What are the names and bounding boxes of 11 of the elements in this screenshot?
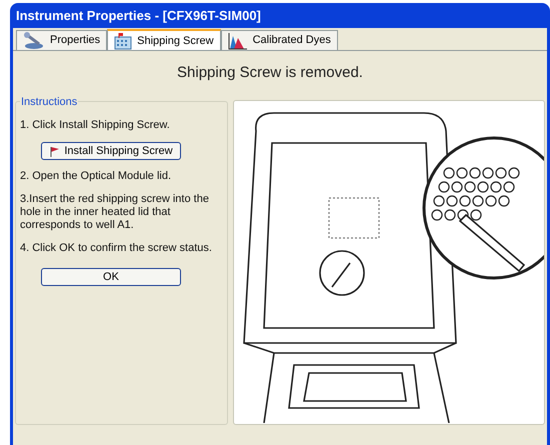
window-title: Instrument Properties - [CFX96T-SIM00] <box>15 6 261 25</box>
instruction-text: 3.Insert the red shipping screw into the hole in the inner heated lid that corresponds to well A1. <box>20 193 210 232</box>
tab[interactable]: Calibrated Dyes <box>220 30 338 50</box>
instruction-text: 2. Open the Optical Module lid. <box>20 170 172 183</box>
instruction-text: 4. Click OK to confirm the screw status. <box>20 242 213 255</box>
instruction-text: 1. Click Install Shipping Screw. <box>20 119 171 132</box>
tab[interactable]: Shipping Screw <box>107 29 221 51</box>
install-button[interactable]: Install Shipping Screw <box>41 142 181 160</box>
status-message: Shipping Screw is removed. <box>177 62 363 83</box>
tab[interactable]: Properties <box>16 30 108 50</box>
ok-button[interactable]: OK <box>41 268 181 286</box>
